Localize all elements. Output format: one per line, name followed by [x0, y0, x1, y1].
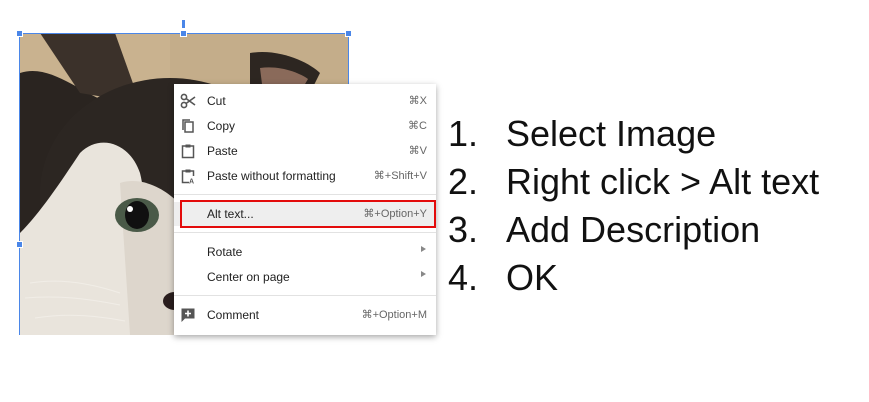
menu-item-comment[interactable]: Comment ⌘+Option+M [174, 303, 436, 327]
menu-item-rotate[interactable]: Rotate [174, 240, 436, 264]
add-comment-icon [180, 307, 196, 323]
submenu-arrow-icon [421, 246, 426, 252]
step-item: 3. Add Description [448, 206, 819, 254]
step-text: Right click > Alt text [506, 161, 820, 202]
scissors-icon [180, 93, 196, 109]
instruction-steps: 1. Select Image 2. Right click > Alt text … [448, 110, 819, 302]
menu-divider [174, 232, 436, 233]
menu-item-label: Rotate [207, 245, 243, 259]
step-item: 4. OK [448, 254, 819, 302]
svg-text:A: A [189, 179, 194, 185]
menu-item-paste-without-formatting[interactable]: A Paste without formatting ⌘+Shift+V [174, 164, 436, 188]
menu-item-label: Copy [207, 119, 236, 133]
menu-divider [174, 295, 436, 296]
step-item: 1. Select Image [448, 110, 819, 158]
menu-item-label: Center on page [207, 270, 290, 284]
step-text: Add Description [506, 209, 761, 250]
copy-icon [180, 118, 196, 134]
slide-canvas: Cut ⌘X Copy ⌘C Paste ⌘V A Paste without … [0, 0, 869, 402]
menu-item-cut[interactable]: Cut ⌘X [174, 89, 436, 113]
menu-item-label: Paste [207, 144, 238, 158]
step-text: Select Image [506, 113, 717, 154]
resize-handle-top-right[interactable] [345, 30, 352, 37]
menu-item-shortcut: ⌘X [408, 95, 427, 107]
menu-item-shortcut: ⌘+Shift+V [373, 170, 427, 182]
menu-item-shortcut: ⌘+Option+M [361, 309, 427, 321]
menu-item-center-on-page[interactable]: Center on page [174, 265, 436, 289]
selection-border-right [348, 33, 349, 85]
selection-border-left [19, 33, 20, 335]
step-number: 3. [448, 209, 479, 250]
menu-item-label: Cut [207, 94, 226, 108]
paste-plain-icon: A [180, 168, 196, 186]
menu-item-shortcut: ⌘V [408, 145, 427, 157]
step-text: OK [506, 257, 559, 298]
menu-item-shortcut: ⌘C [408, 120, 427, 132]
resize-handle-middle-left[interactable] [16, 241, 23, 248]
step-item: 2. Right click > Alt text [448, 158, 819, 206]
submenu-arrow-icon [421, 271, 426, 277]
alt-text-highlight-box [180, 200, 436, 228]
menu-item-label: Paste without formatting [207, 169, 336, 183]
rotate-handle[interactable] [182, 20, 185, 28]
clipboard-icon [180, 143, 196, 159]
menu-divider [174, 194, 436, 195]
resize-handle-top-center[interactable] [180, 30, 187, 37]
menu-item-paste[interactable]: Paste ⌘V [174, 139, 436, 163]
menu-item-copy[interactable]: Copy ⌘C [174, 114, 436, 138]
step-number: 4. [448, 257, 479, 298]
resize-handle-top-left[interactable] [16, 30, 23, 37]
step-number: 1. [448, 113, 479, 154]
step-number: 2. [448, 161, 479, 202]
menu-item-label: Comment [207, 308, 260, 322]
